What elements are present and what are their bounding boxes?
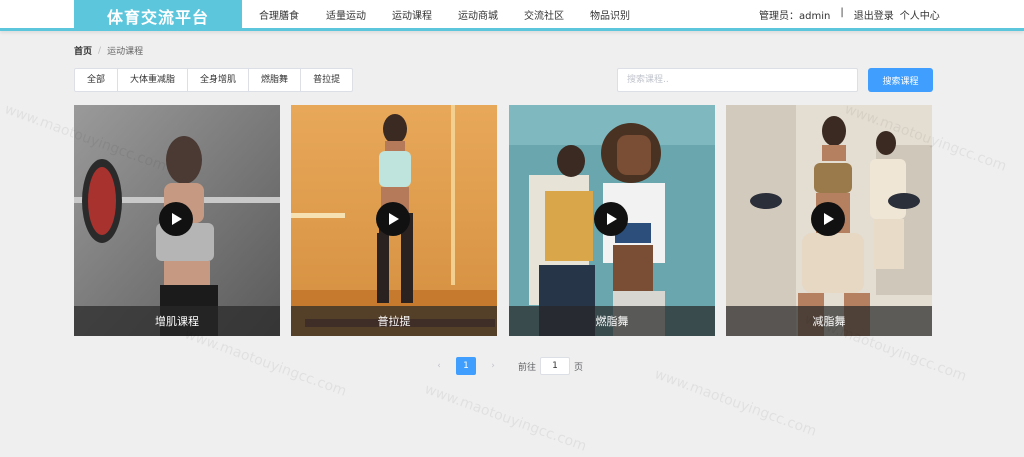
nav-recognition[interactable]: 物品识别 — [590, 7, 630, 22]
play-icon[interactable] — [159, 202, 193, 236]
brand-logo[interactable]: 体育交流平台 — [74, 0, 242, 31]
course-card-dance[interactable]: 燃脂舞 — [509, 105, 715, 336]
goto-page: 前往 页 — [518, 357, 583, 375]
category-tabs: 全部 大体重减脂 全身增肌 燃脂舞 普拉提 — [74, 68, 354, 92]
top-header: 体育交流平台 合理膳食 适量运动 运动课程 运动商城 交流社区 物品识别 管理员… — [0, 0, 1024, 31]
course-title: 增肌课程 — [74, 306, 280, 336]
tab-all[interactable]: 全部 — [75, 69, 119, 91]
breadcrumb-home[interactable]: 首页 — [74, 44, 92, 57]
tab-muscle[interactable]: 全身增肌 — [188, 69, 250, 91]
next-page-button[interactable]: › — [484, 361, 502, 371]
nav-shop[interactable]: 运动商城 — [458, 7, 498, 22]
nav-exercise[interactable]: 适量运动 — [326, 7, 366, 22]
user-prefix: 管理员： — [759, 11, 799, 22]
goto-page-input[interactable] — [540, 357, 571, 375]
course-card-pilates[interactable]: 普拉提 — [291, 105, 497, 336]
watermark: www.maotouyingcc.com — [182, 326, 349, 400]
user-separator: | — [840, 7, 844, 18]
course-card-fat-burn-dance[interactable]: 减脂舞 — [726, 105, 932, 336]
nav-community[interactable]: 交流社区 — [524, 7, 564, 22]
tab-weight-loss[interactable]: 大体重减脂 — [118, 69, 189, 91]
user-area: 管理员：admin | 退出登录 个人中心 — [759, 7, 940, 22]
search-input[interactable] — [617, 68, 858, 92]
page-number-current[interactable]: 1 — [456, 357, 476, 375]
breadcrumb-current: 运动课程 — [107, 47, 144, 57]
play-icon[interactable] — [594, 202, 628, 236]
page-suffix: 页 — [574, 362, 584, 373]
course-title: 减脂舞 — [726, 306, 932, 336]
username: admin — [799, 11, 831, 22]
watermark: www.maotouyingcc.com — [652, 366, 819, 440]
nav-diet[interactable]: 合理膳食 — [259, 7, 299, 22]
prev-page-button[interactable]: ‹ — [430, 361, 448, 371]
watermark: www.maotouyingcc.com — [422, 381, 589, 455]
breadcrumb: 首页 / 运动课程 — [74, 44, 144, 58]
course-title: 燃脂舞 — [509, 306, 715, 336]
logout-link[interactable]: 退出登录 — [854, 7, 894, 22]
course-card-muscle[interactable]: 增肌课程 — [74, 105, 280, 336]
tab-dance[interactable]: 燃脂舞 — [249, 69, 302, 91]
breadcrumb-separator: / — [98, 45, 102, 56]
user-info: 管理员：admin — [759, 7, 830, 22]
pagination: ‹ 1 › 前往 页 — [430, 357, 583, 375]
search-button[interactable]: 搜索课程 — [868, 68, 933, 92]
course-grid: 增肌课程 普拉提 燃脂舞 减脂舞 — [74, 105, 933, 336]
play-icon[interactable] — [811, 202, 845, 236]
profile-link[interactable]: 个人中心 — [900, 7, 940, 22]
goto-label: 前往 — [518, 362, 537, 373]
play-icon[interactable] — [376, 202, 410, 236]
course-title: 普拉提 — [291, 306, 497, 336]
nav-courses[interactable]: 运动课程 — [392, 7, 432, 22]
tab-pilates[interactable]: 普拉提 — [301, 69, 352, 91]
